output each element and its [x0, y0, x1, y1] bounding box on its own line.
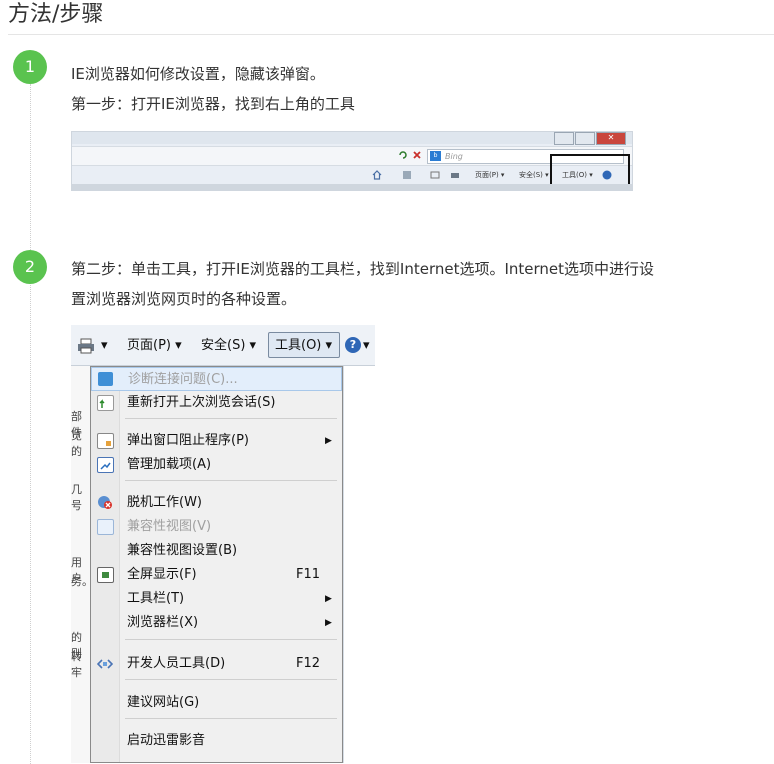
menu-item-label: 管理加载项(A) [127, 457, 212, 472]
toolbar-border [72, 184, 632, 190]
network-diagnose-icon [98, 372, 113, 386]
menu-separator [125, 418, 337, 419]
menu-item-diagnose[interactable]: 诊断连接问题(C)... [91, 367, 342, 391]
minimize-icon[interactable] [554, 132, 574, 145]
bing-logo-icon: b [430, 151, 441, 161]
menu-item-label: 浏览器栏(X) [127, 615, 199, 630]
menu-item-label: 开发人员工具(D) [127, 656, 226, 671]
popup-blocker-icon [97, 433, 114, 449]
ie-toolbar-screenshot: ✕ b Bing 页面(P) ▾ 安全(S) ▾ 工具(O) ▾ [71, 131, 633, 191]
step-1-line-1: IE浏览器如何修改设置，隐藏该弹窗。 [71, 65, 325, 83]
submenu-arrow-icon: ▶ [325, 436, 332, 446]
home-icon[interactable] [372, 166, 382, 184]
close-icon[interactable]: ✕ [596, 132, 626, 145]
menu-item-label: 兼容性视图(V) [127, 519, 212, 534]
fullscreen-icon [97, 567, 114, 583]
submenu-arrow-icon: ▶ [325, 594, 332, 604]
page-menu[interactable]: 页面(P) ▾ [475, 166, 504, 184]
section-title: 方法/步骤 [8, 2, 104, 27]
menu-item-compat-view[interactable]: 兼容性视图(V) [91, 515, 342, 539]
menu-item-label: 重新打开上次浏览会话(S) [127, 395, 276, 410]
menu-item-label: 诊断连接问题(C)... [128, 372, 238, 387]
page-fragment: 览的 [71, 429, 82, 458]
refresh-icon[interactable] [398, 150, 408, 160]
tools-dropdown-menu: 诊断连接问题(C)... 重新打开上次浏览会话(S) 弹出窗口阻止程序(P) ▶… [90, 366, 343, 763]
menu-separator [125, 718, 337, 719]
menu-item-suggested-sites[interactable]: 建议网站(G) [91, 691, 342, 715]
step-2-line-2: 置浏览器浏览网页时的各种设置。 [71, 290, 297, 308]
print-icon[interactable] [77, 338, 95, 358]
menu-item-label: 兼容性视图设置(B) [127, 543, 238, 558]
print-icon[interactable] [450, 166, 460, 184]
menu-item-label: 弹出窗口阻止程序(P) [127, 433, 249, 448]
address-bar: b Bing [72, 146, 632, 166]
menu-separator [125, 679, 337, 680]
tools-menu-label: 工具(O) ▾ [275, 338, 333, 353]
menu-separator [125, 639, 337, 640]
menu-item-explorer-bars[interactable]: 浏览器栏(X) ▶ [91, 611, 342, 635]
section-header: 方法/步骤 [8, 0, 774, 35]
menu-item-manage-addons[interactable]: 管理加载项(A) [91, 453, 342, 477]
stop-icon[interactable] [412, 150, 422, 160]
menu-item-work-offline[interactable]: 脱机工作(W) [91, 491, 342, 515]
page-background-right [343, 366, 375, 763]
step-2-line-1: 第二步：单击工具，打开IE浏览器的工具栏，找到Internet选项。Intern… [71, 260, 655, 278]
safety-menu[interactable]: 安全(S) ▾ [519, 166, 549, 184]
submenu-arrow-icon: ▶ [325, 618, 332, 628]
menu-item-shortcut: F11 [296, 567, 321, 582]
feeds-icon[interactable] [402, 166, 412, 184]
addons-icon [97, 457, 114, 473]
menu-item-fullscreen[interactable]: 全屏显示(F) F11 [91, 563, 342, 587]
search-placeholder: Bing [445, 152, 463, 161]
page-fragment: 转牢 [71, 650, 82, 679]
menu-item-label: 全屏显示(F) [127, 567, 197, 582]
reopen-session-icon [97, 395, 114, 411]
menu-item-developer-tools[interactable]: 开发人员工具(D) F12 [91, 652, 342, 676]
page-background: 部件 览的 几号 用户 务。 的则 转牢 [71, 366, 93, 763]
help-icon[interactable]: ? [345, 337, 361, 353]
menu-item-reopen-session[interactable]: 重新打开上次浏览会话(S) [91, 391, 342, 415]
command-bar: 页面(P) ▾ 安全(S) ▾ 工具(O) ▾ [72, 166, 632, 184]
menu-item-compat-settings[interactable]: 兼容性视图设置(B) [91, 539, 342, 563]
page-menu[interactable]: 页面(P) ▾ [127, 337, 182, 355]
print-dropdown-icon[interactable]: ▾ [101, 337, 108, 355]
developer-tools-icon [96, 656, 114, 670]
window-titlebar: ✕ [72, 132, 632, 145]
work-offline-icon [97, 495, 112, 509]
safety-menu[interactable]: 安全(S) ▾ [201, 337, 256, 355]
compat-view-icon [97, 519, 114, 535]
menu-item-shortcut: F12 [296, 656, 321, 671]
menu-separator [125, 480, 337, 481]
mail-icon[interactable] [430, 166, 440, 184]
ie-tools-menu-screenshot: ▾ 页面(P) ▾ 安全(S) ▾ 工具(O) ▾ ? ▾ 部件 览的 几号 用… [71, 325, 375, 763]
menu-item-popup-blocker[interactable]: 弹出窗口阻止程序(P) ▶ [91, 429, 342, 453]
menu-item-xunlei-player[interactable]: 启动迅雷影音 [91, 729, 342, 753]
step-1-line-2: 第一步：打开IE浏览器，找到右上角的工具 [71, 95, 355, 113]
ie-command-bar: ▾ 页面(P) ▾ 安全(S) ▾ 工具(O) ▾ ? ▾ [71, 325, 375, 366]
menu-item-label: 工具栏(T) [127, 591, 185, 606]
page-fragment: 几号 [71, 483, 82, 512]
menu-item-label: 启动迅雷影音 [127, 733, 206, 748]
window-buttons: ✕ [554, 132, 626, 145]
help-dropdown-icon[interactable]: ▾ [363, 337, 370, 355]
maximize-icon[interactable] [575, 132, 595, 145]
timeline-line [30, 84, 31, 764]
tools-highlight-box [550, 154, 630, 187]
menu-item-label: 建议网站(G) [127, 695, 200, 710]
step-2-badge: 2 [13, 250, 47, 284]
menu-item-toolbars[interactable]: 工具栏(T) ▶ [91, 587, 342, 611]
menu-item-label: 脱机工作(W) [127, 495, 202, 510]
step-1-badge: 1 [13, 50, 47, 84]
